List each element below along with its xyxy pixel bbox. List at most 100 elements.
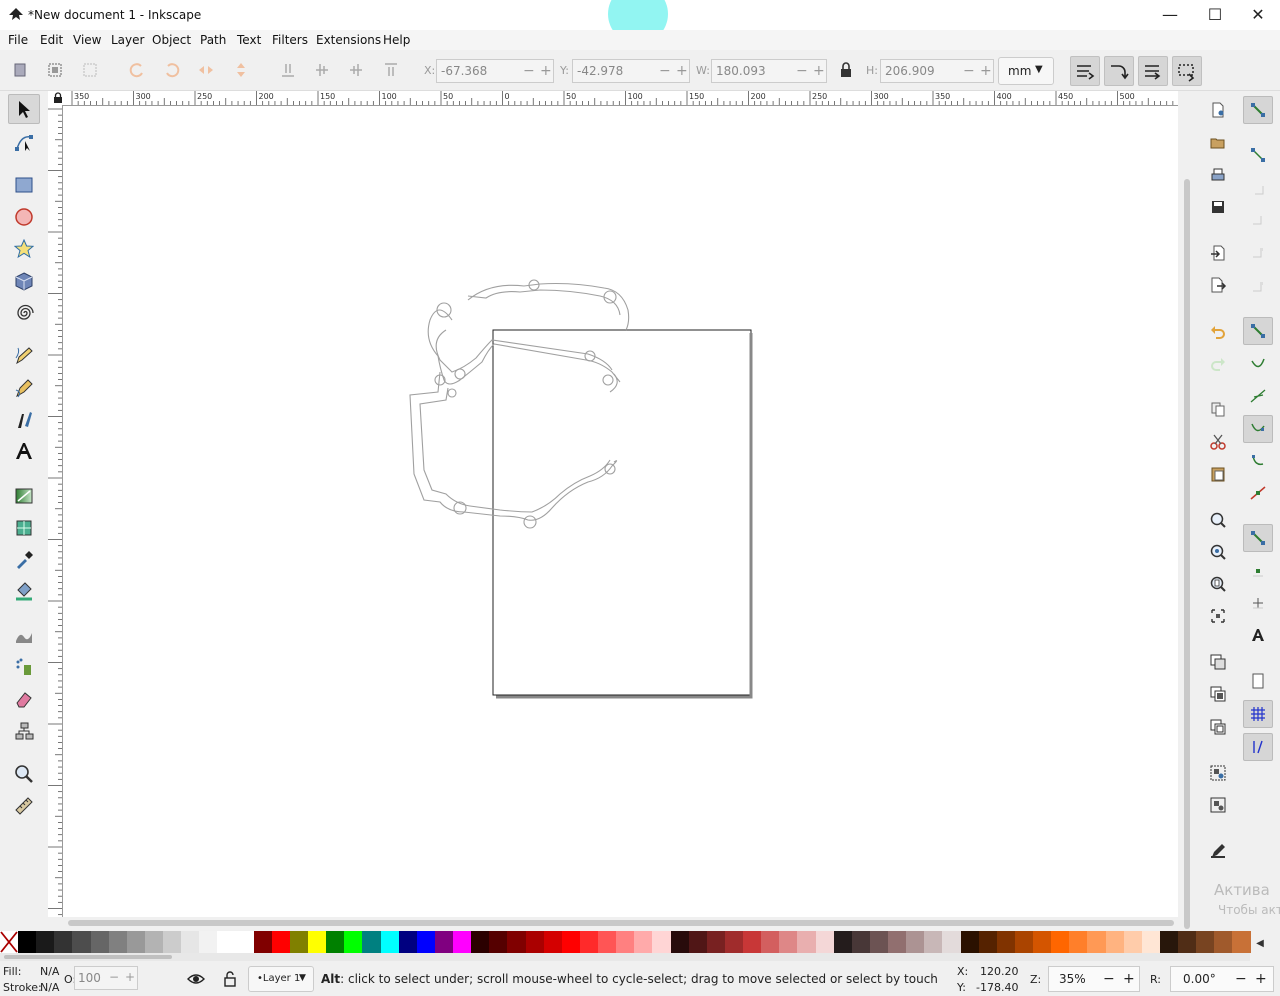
palette-swatch[interactable] bbox=[1232, 931, 1251, 953]
palette-swatch[interactable] bbox=[579, 931, 598, 953]
menu-edit[interactable]: Edit bbox=[40, 33, 63, 47]
horizontal-ruler[interactable]: 350 300 250 200 150 100 50 0 50 100 150 200 250 300 35… bbox=[62, 91, 1178, 106]
deselect-icon[interactable] bbox=[80, 60, 100, 80]
palette-swatch[interactable] bbox=[978, 931, 997, 953]
palette-swatch[interactable] bbox=[163, 931, 182, 953]
palette-swatch[interactable] bbox=[525, 931, 544, 953]
node-tool[interactable] bbox=[8, 127, 40, 157]
open-button[interactable] bbox=[1206, 131, 1230, 155]
layer-visibility-eye-icon[interactable] bbox=[187, 970, 205, 988]
palette-swatch[interactable] bbox=[398, 931, 417, 953]
layer-lock-icon[interactable] bbox=[222, 970, 238, 988]
rotate-increment[interactable]: + bbox=[1255, 971, 1267, 987]
palette-menu-arrow-icon[interactable]: ◀ bbox=[1252, 934, 1268, 954]
palette-swatch[interactable] bbox=[235, 931, 254, 953]
menu-object[interactable]: Object bbox=[152, 33, 191, 47]
palette-swatch[interactable] bbox=[761, 931, 780, 953]
rotate-cw-icon[interactable] bbox=[162, 60, 182, 80]
zoom-page-button[interactable] bbox=[1206, 572, 1230, 596]
drawing-canvas[interactable] bbox=[63, 106, 1178, 917]
palette-swatch[interactable] bbox=[743, 931, 762, 953]
palette-swatch[interactable] bbox=[960, 931, 979, 953]
clone-button[interactable] bbox=[1206, 682, 1230, 706]
measure-tool[interactable] bbox=[8, 791, 40, 821]
palette-swatch[interactable] bbox=[1141, 931, 1160, 953]
palette-swatch[interactable] bbox=[1123, 931, 1142, 953]
palette-swatch[interactable] bbox=[942, 931, 961, 953]
raise-to-top-icon[interactable] bbox=[381, 60, 401, 80]
ellipse-tool[interactable] bbox=[8, 202, 40, 232]
opacity-increment[interactable]: + bbox=[125, 970, 135, 984]
pencil-tool[interactable] bbox=[8, 341, 40, 371]
palette-swatch[interactable] bbox=[126, 931, 145, 953]
vertical-scroll-thumb[interactable] bbox=[1184, 179, 1190, 929]
connector-tool[interactable] bbox=[8, 716, 40, 746]
lower-icon[interactable] bbox=[312, 60, 332, 80]
lock-ratio-icon[interactable] bbox=[836, 60, 856, 80]
export-button[interactable] bbox=[1206, 273, 1230, 297]
w-increment[interactable]: + bbox=[813, 63, 825, 79]
palette-swatch[interactable] bbox=[1087, 931, 1106, 953]
palette-swatch[interactable] bbox=[1159, 931, 1178, 953]
h-field[interactable]: 206.909 − + bbox=[880, 59, 994, 83]
redo-button[interactable] bbox=[1206, 351, 1230, 375]
import-button[interactable] bbox=[1206, 241, 1230, 265]
mesh-tool[interactable] bbox=[8, 513, 40, 543]
rotate-decrement[interactable]: − bbox=[1235, 971, 1247, 987]
palette-swatch[interactable] bbox=[869, 931, 888, 953]
eraser-tool[interactable] bbox=[8, 684, 40, 714]
cut-button[interactable] bbox=[1206, 430, 1230, 454]
select-all-icon[interactable] bbox=[10, 60, 30, 80]
calligraphy-tool[interactable] bbox=[8, 405, 40, 435]
snap-cusp-toggle[interactable] bbox=[1243, 415, 1273, 443]
palette-swatch[interactable] bbox=[72, 931, 91, 953]
palette-swatch[interactable] bbox=[1033, 931, 1052, 953]
menu-file[interactable]: File bbox=[8, 33, 28, 47]
spray-tool[interactable] bbox=[8, 652, 40, 682]
horizontal-scroll-thumb[interactable] bbox=[68, 920, 1174, 926]
snap-bbox-center-toggle[interactable] bbox=[1243, 272, 1273, 300]
spiral-tool[interactable] bbox=[8, 298, 40, 328]
palette-scroll-thumb[interactable] bbox=[4, 955, 172, 959]
palette-swatch[interactable] bbox=[416, 931, 435, 953]
snap-bbox-midpoint-toggle[interactable] bbox=[1243, 240, 1273, 268]
palette-swatch[interactable] bbox=[434, 931, 453, 953]
palette-swatch[interactable] bbox=[326, 931, 345, 953]
w-decrement[interactable]: − bbox=[796, 63, 808, 79]
palette-swatch[interactable] bbox=[253, 931, 272, 953]
snap-smooth-toggle[interactable] bbox=[1243, 447, 1273, 475]
snap-intersections-toggle[interactable] bbox=[1243, 382, 1273, 410]
snap-others-toggle[interactable] bbox=[1243, 524, 1273, 552]
minimize-button[interactable]: — bbox=[1148, 0, 1192, 30]
palette-swatch[interactable] bbox=[507, 931, 526, 953]
gradient-tool[interactable] bbox=[8, 481, 40, 511]
unlink-clone-button[interactable] bbox=[1206, 715, 1230, 739]
palette-swatch[interactable] bbox=[144, 931, 163, 953]
menu-path[interactable]: Path bbox=[200, 33, 226, 47]
palette-swatch[interactable] bbox=[1069, 931, 1088, 953]
vertical-ruler[interactable] bbox=[48, 105, 63, 917]
palette-swatch[interactable] bbox=[380, 931, 399, 953]
raise-icon[interactable] bbox=[346, 60, 366, 80]
vertical-scrollbar[interactable] bbox=[1180, 91, 1194, 931]
palette-swatch[interactable] bbox=[1105, 931, 1124, 953]
snap-bbox-toggle[interactable] bbox=[1243, 141, 1273, 169]
zoom-in-button[interactable]: + bbox=[1123, 971, 1135, 987]
palette-swatch[interactable] bbox=[90, 931, 109, 953]
palette-swatch[interactable] bbox=[598, 931, 617, 953]
palette-swatch[interactable] bbox=[906, 931, 925, 953]
palette-swatch[interactable] bbox=[308, 931, 327, 953]
palette-swatch[interactable] bbox=[724, 931, 743, 953]
palette-swatch[interactable] bbox=[851, 931, 870, 953]
transform-pattern-button[interactable] bbox=[1172, 56, 1202, 86]
paint-bucket-tool[interactable] bbox=[8, 576, 40, 606]
maximize-button[interactable]: ☐ bbox=[1193, 0, 1237, 30]
palette-swatch[interactable] bbox=[797, 931, 816, 953]
x-field[interactable]: -67.368 − + bbox=[436, 59, 554, 83]
w-field[interactable]: 180.093 − + bbox=[711, 59, 827, 83]
menu-view[interactable]: View bbox=[73, 33, 101, 47]
zoom-page-width-button[interactable] bbox=[1206, 604, 1230, 628]
h-decrement[interactable]: − bbox=[963, 63, 975, 79]
lower-to-bottom-icon[interactable] bbox=[278, 60, 298, 80]
palette-swatch[interactable] bbox=[924, 931, 943, 953]
